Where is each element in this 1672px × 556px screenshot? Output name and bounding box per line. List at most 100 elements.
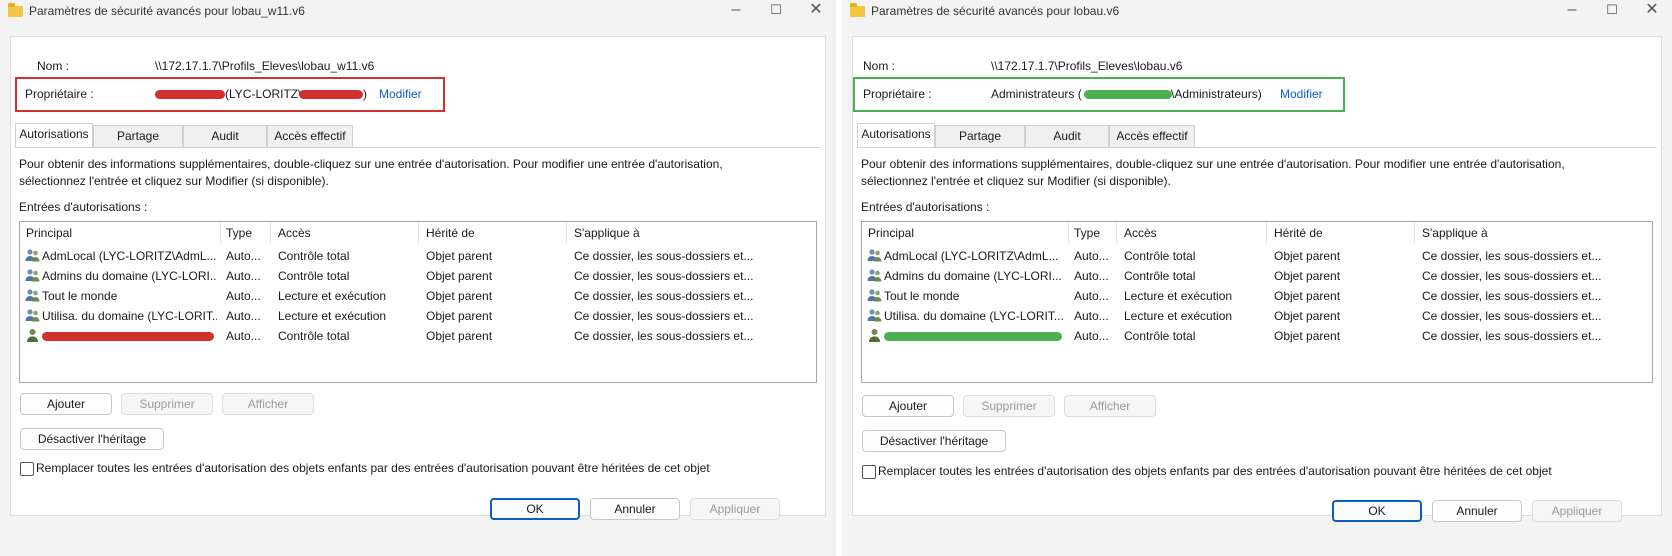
owner-value-suffix: \Administrateurs) xyxy=(1171,87,1262,101)
add-button[interactable]: Ajouter xyxy=(20,393,112,415)
tab-audit[interactable]: Audit xyxy=(183,125,267,147)
user-icon xyxy=(27,329,38,342)
cell-applies: Ce dossier, les sous-dossiers et... xyxy=(574,249,754,263)
cell-principal: Tout le monde xyxy=(42,289,118,303)
owner-value: (LYC-LORITZ\ xyxy=(225,87,302,101)
disable-inheritance-button[interactable]: Désactiver l'héritage xyxy=(20,428,164,450)
name-label: Nom : xyxy=(863,59,896,73)
cell-type: Auto... xyxy=(226,249,261,263)
apply-button[interactable]: Appliquer xyxy=(690,498,780,520)
cancel-button[interactable]: Annuler xyxy=(590,498,680,520)
tab-partage[interactable]: Partage xyxy=(93,125,183,147)
disable-inheritance-button[interactable]: Désactiver l'héritage xyxy=(862,430,1006,452)
users-group-icon xyxy=(25,309,40,322)
cell-type: Auto... xyxy=(1074,329,1109,343)
replace-entries-checkbox[interactable] xyxy=(862,465,876,479)
cell-access: Lecture et exécution xyxy=(278,289,387,303)
name-value: \\172.17.1.7\Profils_Eleves\lobau.v6 xyxy=(991,59,1183,73)
add-button[interactable]: Ajouter xyxy=(862,395,954,417)
tab-acces-effectif[interactable]: Accès effectif xyxy=(267,125,353,147)
tab-autorisations[interactable]: Autorisations xyxy=(15,123,93,147)
users-group-icon xyxy=(867,309,882,322)
close-button[interactable]: ✕ xyxy=(796,0,836,22)
tab-partage[interactable]: Partage xyxy=(935,125,1025,147)
entries-label: Entrées d'autorisations : xyxy=(19,200,148,214)
info-text-line1: Pour obtenir des informations supplément… xyxy=(19,157,723,171)
column-header-type[interactable]: Type xyxy=(226,226,252,240)
cancel-button[interactable]: Annuler xyxy=(1432,500,1522,522)
table-row[interactable]: AdmLocal (LYC-LORITZ\AdmL... Auto... Con… xyxy=(20,246,816,266)
cell-type: Auto... xyxy=(1074,289,1109,303)
users-group-icon xyxy=(867,289,882,302)
name-value: \\172.17.1.7\Profils_Eleves\lobau_w11.v6 xyxy=(155,59,375,73)
column-header-principal[interactable]: Principal xyxy=(26,226,72,240)
info-text-line2: sélectionnez l'entrée et cliquez sur Mod… xyxy=(861,174,1171,188)
table-row[interactable]: Auto... Contrôle total Objet parent Ce d… xyxy=(20,326,816,346)
folder-icon xyxy=(8,3,23,17)
column-header-access[interactable]: Accès xyxy=(1124,226,1157,240)
cell-type: Auto... xyxy=(226,329,261,343)
cell-applies: Ce dossier, les sous-dossiers et... xyxy=(574,309,754,323)
ok-button[interactable]: OK xyxy=(1332,500,1422,522)
permission-entries-list[interactable]: Principal Type Accès Hérité de S'appliqu… xyxy=(19,221,817,383)
minimize-button[interactable]: – xyxy=(716,0,756,22)
cell-applies: Ce dossier, les sous-dossiers et... xyxy=(574,329,754,343)
apply-button[interactable]: Appliquer xyxy=(1532,500,1622,522)
column-header-principal[interactable]: Principal xyxy=(868,226,914,240)
table-row[interactable]: Admins du domaine (LYC-LORI... Auto... C… xyxy=(862,266,1652,286)
owner-modify-link[interactable]: Modifier xyxy=(379,87,422,101)
table-row[interactable]: Admins du domaine (LYC-LORI... Auto... C… xyxy=(20,266,816,286)
window-title: Paramètres de sécurité avancés pour loba… xyxy=(29,4,305,18)
tab-audit[interactable]: Audit xyxy=(1025,125,1109,147)
main-panel: Nom : \\172.17.1.7\Profils_Eleves\lobau_… xyxy=(10,36,826,516)
table-row[interactable]: AdmLocal (LYC-LORITZ\AdmL... Auto... Con… xyxy=(862,246,1652,266)
column-divider xyxy=(566,222,567,244)
cell-principal: AdmLocal (LYC-LORITZ\AdmL... xyxy=(884,249,1059,263)
cell-principal: Admins du domaine (LYC-LORI... xyxy=(884,269,1062,283)
cell-type: Auto... xyxy=(1074,309,1109,323)
users-group-icon xyxy=(867,249,882,262)
redaction-mark xyxy=(1084,90,1172,99)
close-button[interactable]: ✕ xyxy=(1632,0,1672,22)
table-row[interactable]: Tout le monde Auto... Lecture et exécuti… xyxy=(20,286,816,306)
cell-inherited: Objet parent xyxy=(426,329,493,343)
column-header-access[interactable]: Accès xyxy=(278,226,311,240)
cell-applies: Ce dossier, les sous-dossiers et... xyxy=(1422,329,1602,343)
cell-inherited: Objet parent xyxy=(1274,329,1341,343)
view-button[interactable]: Afficher xyxy=(222,393,314,415)
ok-button[interactable]: OK xyxy=(490,498,580,520)
tab-acces-effectif[interactable]: Accès effectif xyxy=(1109,125,1195,147)
cell-inherited: Objet parent xyxy=(1274,289,1341,303)
column-header-applies[interactable]: S'applique à xyxy=(1422,226,1488,240)
table-row[interactable]: Auto... Contrôle total Objet parent Ce d… xyxy=(862,326,1652,346)
owner-modify-link[interactable]: Modifier xyxy=(1280,87,1323,101)
column-divider xyxy=(220,222,221,244)
replace-entries-checkbox[interactable] xyxy=(20,462,34,476)
cell-inherited: Objet parent xyxy=(1274,249,1341,263)
cell-access: Contrôle total xyxy=(1124,329,1196,343)
cell-applies: Ce dossier, les sous-dossiers et... xyxy=(1422,269,1602,283)
remove-button[interactable]: Supprimer xyxy=(121,393,213,415)
maximize-button[interactable]: ☐ xyxy=(1592,0,1632,22)
column-header-inherited[interactable]: Hérité de xyxy=(426,226,475,240)
maximize-button[interactable]: ☐ xyxy=(756,0,796,22)
table-row[interactable]: Utilisa. du domaine (LYC-LORIT... Auto..… xyxy=(862,306,1652,326)
column-header-inherited[interactable]: Hérité de xyxy=(1274,226,1323,240)
cell-access: Contrôle total xyxy=(278,249,350,263)
owner-value-suffix: ) xyxy=(363,87,367,101)
remove-button[interactable]: Supprimer xyxy=(963,395,1055,417)
cell-type: Auto... xyxy=(1074,249,1109,263)
cell-principal: Utilisa. du domaine (LYC-LORIT... xyxy=(884,309,1064,323)
cell-access: Contrôle total xyxy=(1124,269,1196,283)
column-divider xyxy=(418,222,419,244)
table-row[interactable]: Utilisa. du domaine (LYC-LORIT... Auto..… xyxy=(20,306,816,326)
cell-type: Auto... xyxy=(226,289,261,303)
column-header-applies[interactable]: S'applique à xyxy=(574,226,640,240)
cell-type: Auto... xyxy=(1074,269,1109,283)
view-button[interactable]: Afficher xyxy=(1064,395,1156,417)
table-row[interactable]: Tout le monde Auto... Lecture et exécuti… xyxy=(862,286,1652,306)
minimize-button[interactable]: – xyxy=(1552,0,1592,22)
tab-autorisations[interactable]: Autorisations xyxy=(857,123,935,147)
column-header-type[interactable]: Type xyxy=(1074,226,1100,240)
permission-entries-list[interactable]: Principal Type Accès Hérité de S'appliqu… xyxy=(861,221,1653,383)
